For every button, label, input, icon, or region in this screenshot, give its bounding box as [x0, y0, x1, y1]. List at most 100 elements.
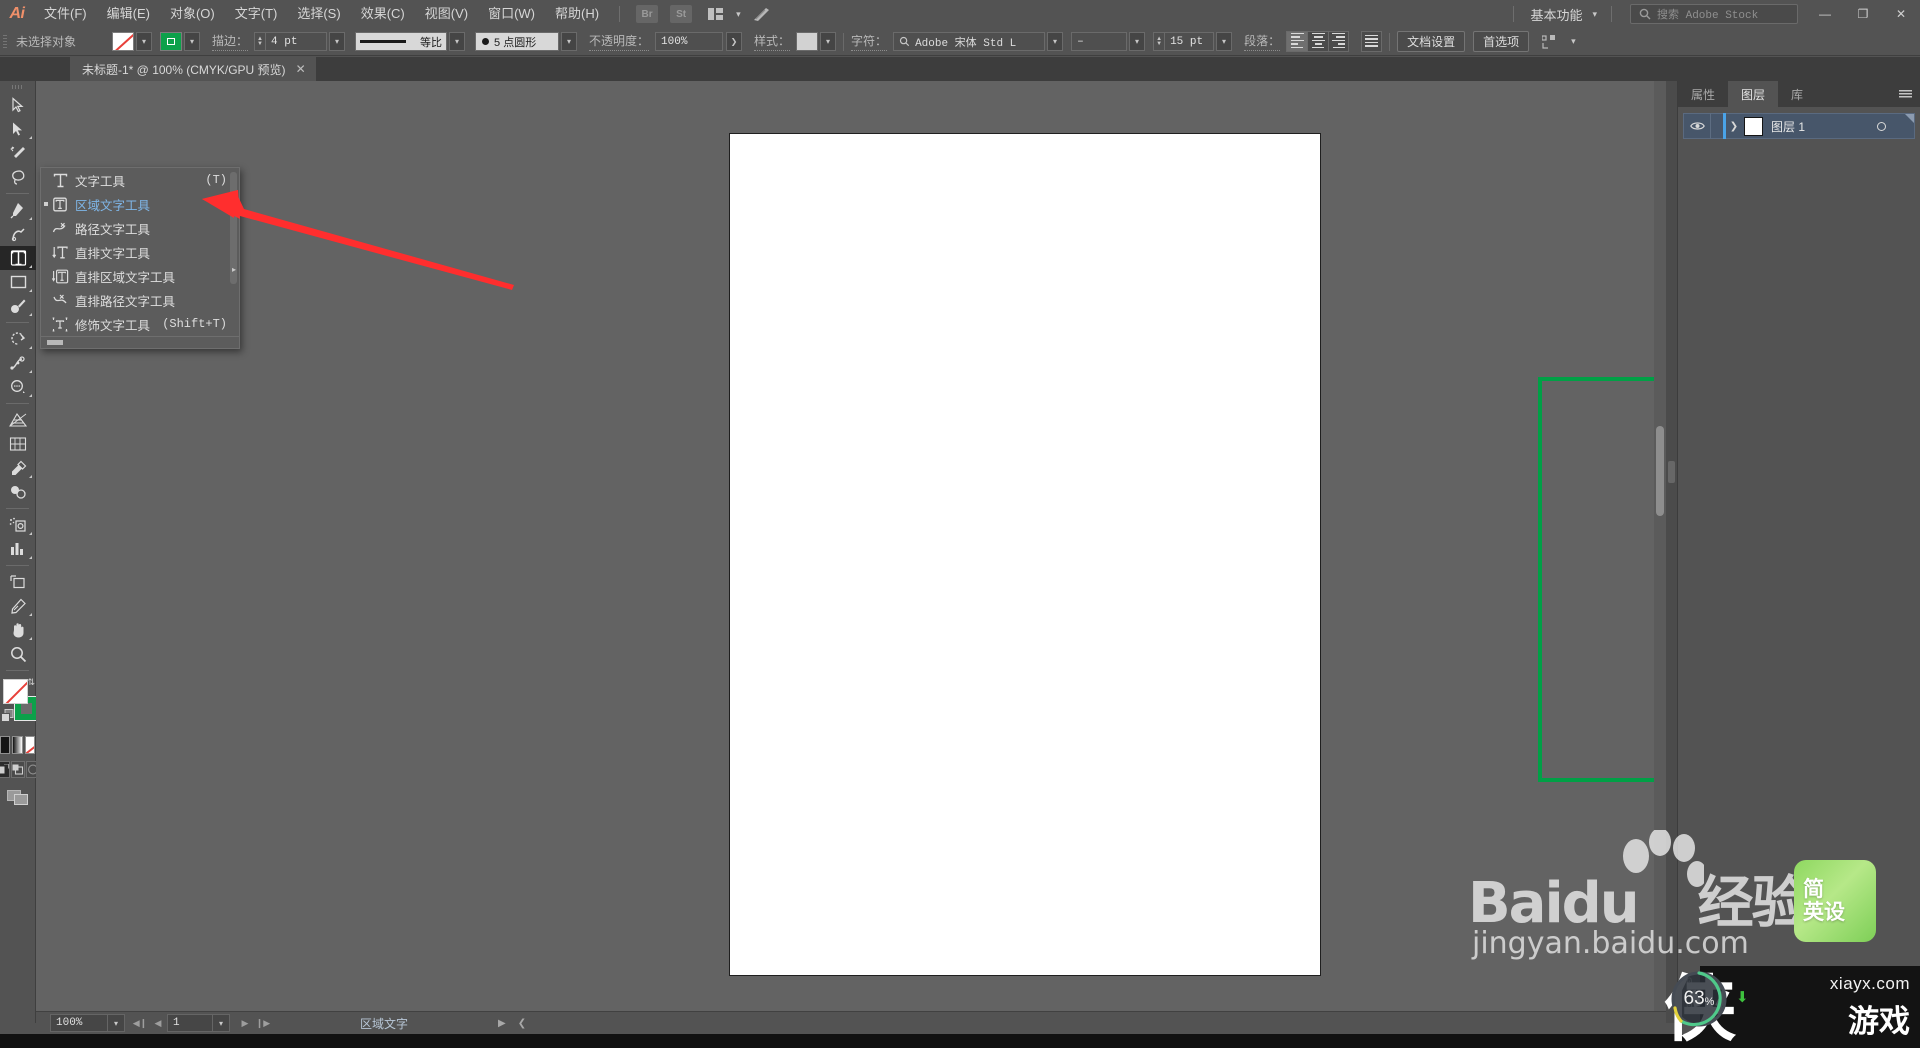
rotate-tool[interactable]: [0, 327, 36, 351]
tab-properties[interactable]: 属性: [1678, 81, 1728, 107]
stroke-weight-stepper[interactable]: ▲ ▼: [254, 32, 266, 51]
selection-tool[interactable]: [0, 93, 36, 117]
opacity-expand-icon[interactable]: ❯: [726, 32, 743, 51]
close-icon[interactable]: ✕: [296, 62, 306, 76]
menu-edit[interactable]: 编辑(E): [97, 0, 160, 28]
mesh-tool-group[interactable]: [0, 432, 36, 456]
st-icon[interactable]: St: [670, 5, 693, 23]
width-tool[interactable]: [0, 351, 36, 375]
stroke-swatch[interactable]: [160, 32, 182, 51]
curvature-tool[interactable]: [0, 222, 36, 246]
font-size-chevron-down-icon[interactable]: ▾: [1216, 32, 1233, 51]
font-style-field[interactable]: –: [1071, 32, 1128, 51]
direct-selection-tool[interactable]: [0, 117, 36, 141]
flyout-item-vertical-type-tool[interactable]: 直排文字工具: [41, 240, 239, 264]
magic-wand-tool[interactable]: [0, 141, 36, 165]
dock-collapse-handle[interactable]: [1668, 461, 1675, 483]
restore-button[interactable]: ❐: [1844, 0, 1882, 28]
style-chevron-down-icon[interactable]: ▾: [820, 32, 837, 51]
flyout-item-vertical-type-on-path-tool[interactable]: 直排路径文字工具: [41, 288, 239, 312]
control-bar-grip[interactable]: [0, 31, 10, 53]
stroke-profile-chevron-down-icon[interactable]: ▾: [449, 32, 466, 51]
align-justify-icon[interactable]: [1361, 31, 1383, 52]
workspace-chevron-down-icon[interactable]: ▾: [1588, 9, 1601, 20]
menu-file[interactable]: 文件(F): [34, 0, 97, 28]
right-dock-strip[interactable]: [1666, 81, 1678, 1023]
color-mode[interactable]: [0, 736, 11, 754]
gradient-mode[interactable]: [12, 736, 23, 754]
canvas-area[interactable]: [36, 81, 1666, 1023]
none-mode[interactable]: [24, 736, 35, 754]
last-artboard-button[interactable]: ❙▶: [254, 1014, 272, 1032]
fill-color-indicator[interactable]: [3, 679, 28, 704]
font-family-chevron-down-icon[interactable]: ▾: [1047, 32, 1064, 51]
first-artboard-button[interactable]: ◀❙: [131, 1014, 149, 1032]
fill-chevron-down-icon[interactable]: ▾: [136, 32, 152, 51]
adobe-stock-search-input[interactable]: 搜索 Adobe Stock: [1630, 4, 1798, 24]
font-size-field[interactable]: ▲ ▼ 15 pt: [1153, 32, 1215, 51]
chevron-right-icon[interactable]: ❯: [1726, 121, 1742, 132]
flyout-item-touch-type-tool[interactable]: 修饰文字工具 (Shift+T): [41, 312, 239, 336]
align-center-icon[interactable]: [1307, 31, 1329, 52]
chevron-down-icon[interactable]: ▾: [732, 9, 745, 20]
document-tab[interactable]: 未标题-1* @ 100% (CMYK/GPU 预览) ✕: [70, 57, 316, 81]
font-family-field[interactable]: Adobe 宋体 Std L: [893, 32, 1046, 51]
status-expand-icon[interactable]: ▶: [498, 1018, 506, 1029]
opacity-value-field[interactable]: 100%: [655, 32, 724, 51]
stroke-profile-select[interactable]: 等比: [355, 32, 448, 51]
layer-target-circle-icon[interactable]: [1877, 121, 1886, 131]
shape-builder-tool[interactable]: [0, 375, 36, 399]
tab-libraries[interactable]: 库: [1778, 81, 1816, 107]
panel-menu-icon[interactable]: [1899, 81, 1912, 107]
zoom-level-field[interactable]: 100%: [50, 1014, 108, 1032]
brush-chevron-down-icon[interactable]: ▾: [561, 32, 578, 51]
stroke-chevron-down-icon[interactable]: ▾: [184, 32, 200, 51]
table-row[interactable]: ❯ 图层 1: [1683, 113, 1915, 139]
flyout-item-type-tool[interactable]: 文字工具 (T): [41, 168, 239, 192]
current-tool-status[interactable]: 区域文字: [360, 1015, 408, 1032]
artboard-number-field[interactable]: 1: [167, 1014, 213, 1032]
menu-help[interactable]: 帮助(H): [545, 0, 609, 28]
align-right-icon[interactable]: [1328, 31, 1350, 52]
next-artboard-button[interactable]: ▶: [236, 1014, 254, 1032]
menu-effect[interactable]: 效果(C): [351, 0, 415, 28]
canvas-vertical-scrollbar[interactable]: [1654, 81, 1666, 1023]
stroke-weight-chevron-down-icon[interactable]: ▾: [329, 32, 346, 51]
type-tool[interactable]: [0, 246, 36, 270]
transform-chevron-down-icon[interactable]: ▾: [1567, 36, 1580, 47]
font-style-chevron-down-icon[interactable]: ▾: [1129, 32, 1146, 51]
transform-each-icon[interactable]: [1539, 33, 1561, 51]
font-size-stepper[interactable]: ▲ ▼: [1153, 32, 1165, 51]
minimize-button[interactable]: —: [1806, 0, 1844, 28]
menu-object[interactable]: 对象(O): [160, 0, 225, 28]
tear-off-arrow-icon[interactable]: ▸: [232, 265, 236, 274]
graphic-style-swatch[interactable]: [796, 32, 819, 51]
document-setup-button[interactable]: 文档设置: [1397, 31, 1466, 52]
menu-type[interactable]: 文字(T): [225, 0, 288, 28]
layer-name-label[interactable]: 图层 1: [1771, 118, 1805, 135]
prev-artboard-button[interactable]: ◀: [149, 1014, 167, 1032]
close-button[interactable]: ✕: [1882, 0, 1920, 28]
pen-tool[interactable]: [0, 198, 36, 222]
flyout-item-area-type-tool[interactable]: 区域文字工具: [41, 192, 239, 216]
symbol-sprayer-tool[interactable]: [0, 513, 36, 537]
swap-fill-stroke-icon[interactable]: ⇅: [27, 677, 35, 688]
scrollbar-thumb[interactable]: [1656, 426, 1664, 516]
artboard-chevron-down-icon[interactable]: ▾: [213, 1014, 230, 1032]
brush-definition-select[interactable]: 5 点圆形: [475, 32, 560, 51]
blend-tool[interactable]: [0, 480, 36, 504]
flyout-item-vertical-area-type-tool[interactable]: 直排区域文字工具: [41, 264, 239, 288]
preferences-button[interactable]: 首选项: [1473, 31, 1530, 52]
align-left-icon[interactable]: [1286, 31, 1308, 52]
paintbrush-tool[interactable]: [0, 294, 36, 318]
slice-tool[interactable]: [0, 594, 36, 618]
artboard-tool[interactable]: [0, 570, 36, 594]
arrange-documents-icon[interactable]: [704, 5, 726, 23]
tab-layers[interactable]: 图层: [1728, 81, 1779, 107]
zoom-tool[interactable]: [0, 642, 36, 666]
draw-normal[interactable]: [0, 761, 10, 778]
menu-view[interactable]: 视图(V): [415, 0, 478, 28]
stroke-weight-field[interactable]: ▲ ▼ 4 pt: [254, 32, 328, 51]
eyedropper-tool[interactable]: [0, 456, 36, 480]
stroke-weight-value[interactable]: 4 pt: [265, 32, 328, 51]
